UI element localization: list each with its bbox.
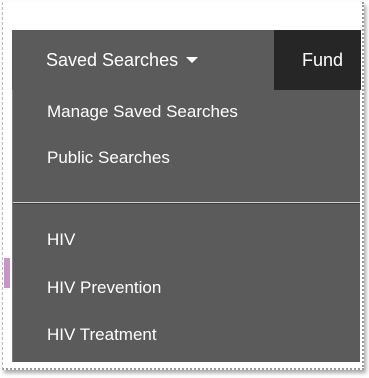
nav-item-fund[interactable]: Fund: [302, 30, 362, 90]
menu-divider: [13, 202, 360, 204]
page-edge-fragment: [4, 258, 10, 288]
menu-item-manage-saved-searches[interactable]: Manage Saved Searches: [47, 102, 238, 122]
menu-item-hiv-prevention[interactable]: HIV Prevention: [47, 278, 161, 298]
top-navigation-bar: Saved Searches Fund: [12, 30, 361, 90]
saved-searches-menu-button[interactable]: Saved Searches: [12, 30, 274, 90]
saved-searches-label: Saved Searches: [46, 50, 179, 70]
menu-item-hiv-treatment[interactable]: HIV Treatment: [47, 325, 157, 345]
menu-item-hiv[interactable]: HIV: [47, 230, 75, 250]
menu-item-public-searches[interactable]: Public Searches: [47, 148, 170, 168]
chevron-down-icon: [186, 57, 199, 64]
saved-searches-dropdown: Manage Saved Searches Public Searches HI…: [12, 90, 360, 362]
